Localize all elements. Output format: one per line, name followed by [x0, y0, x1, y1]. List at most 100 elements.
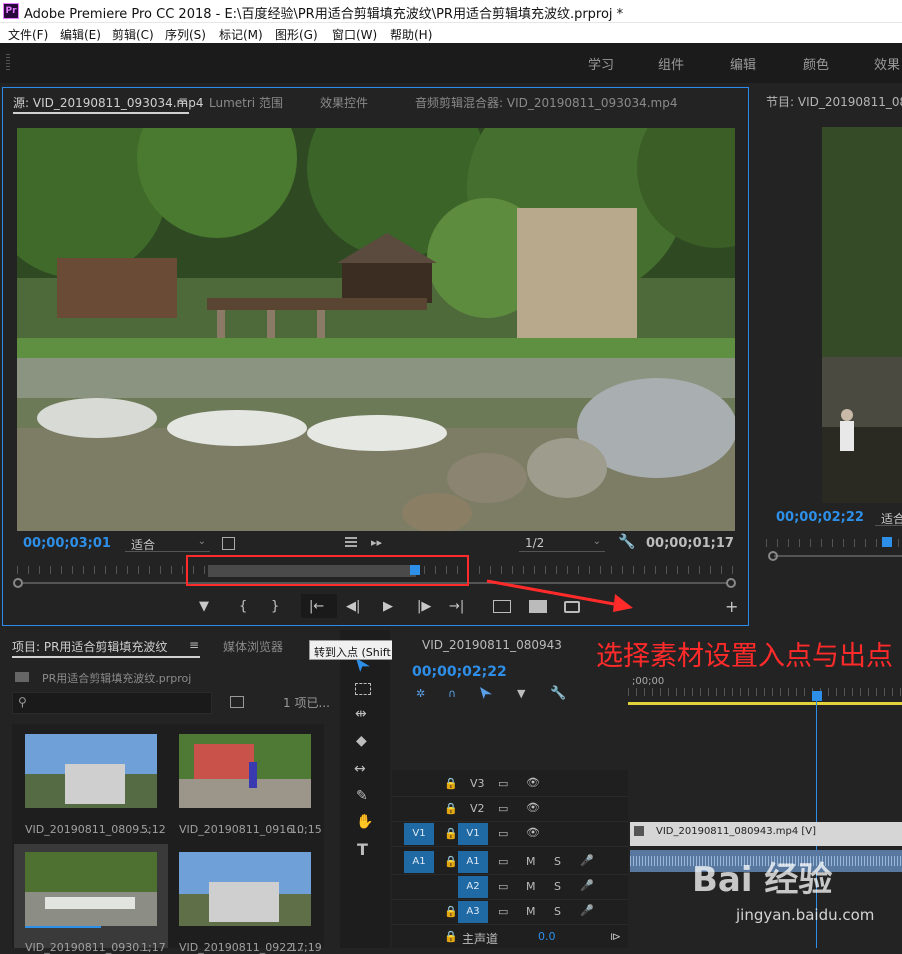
- tab-media-browser[interactable]: 媒体浏览器: [223, 638, 283, 655]
- sync-lock-icon[interactable]: ▭: [498, 855, 508, 868]
- add-button[interactable]: +: [725, 597, 738, 616]
- track-a3-label[interactable]: A3: [458, 901, 488, 923]
- add-marker-timeline-icon[interactable]: [480, 687, 492, 699]
- razor-tool-icon[interactable]: ◆: [356, 733, 367, 749]
- timeline-timecode[interactable]: 00;00;02;22: [412, 664, 507, 680]
- safe-margins-icon[interactable]: [222, 537, 235, 550]
- menu-marker[interactable]: 标记(M): [219, 26, 263, 43]
- timeline-settings-icon[interactable]: 🔧: [550, 686, 566, 701]
- step-forward-button[interactable]: |▶: [417, 599, 431, 614]
- microphone-icon[interactable]: 🎤: [580, 854, 594, 867]
- tab-sequence[interactable]: VID_20190811_080943: [422, 638, 562, 652]
- mute-button[interactable]: M: [526, 855, 536, 868]
- source-timecode[interactable]: 00;00;03;01: [23, 536, 111, 551]
- drag-video-icon[interactable]: [345, 537, 357, 549]
- solo-button[interactable]: S: [554, 855, 561, 868]
- source-patch-v1[interactable]: V1: [404, 823, 434, 845]
- mark-out-button[interactable]: }: [271, 599, 279, 614]
- timeline-playhead-head[interactable]: [812, 691, 822, 701]
- eye-icon[interactable]: 👁: [526, 801, 540, 814]
- lock-icon[interactable]: 🔒: [444, 855, 458, 868]
- program-playhead[interactable]: [882, 537, 892, 547]
- menu-edit[interactable]: 编辑(E): [60, 26, 101, 43]
- slip-tool-icon[interactable]: ↔: [354, 761, 366, 777]
- project-thumb-1[interactable]: [25, 734, 157, 808]
- hand-tool-icon[interactable]: ✋: [356, 814, 373, 830]
- resolution-dropdown[interactable]: 1/2 ⌄: [519, 534, 605, 552]
- tab-effect-controls[interactable]: 效果控件: [320, 94, 368, 111]
- program-timecode[interactable]: 00;00;02;22: [776, 510, 864, 525]
- go-to-out-button[interactable]: →|: [449, 599, 464, 614]
- drag-audio-icon[interactable]: ▸▸: [371, 536, 382, 549]
- source-video-frame[interactable]: [17, 128, 735, 531]
- microphone-icon[interactable]: 🎤: [580, 879, 594, 892]
- menu-sequence[interactable]: 序列(S): [165, 26, 206, 43]
- project-thumb-2[interactable]: [179, 734, 311, 808]
- eye-icon[interactable]: 👁: [526, 826, 540, 839]
- lock-icon[interactable]: 🔒: [444, 905, 458, 918]
- eye-icon[interactable]: 👁: [526, 776, 540, 789]
- track-select-tool-icon[interactable]: [355, 683, 371, 695]
- sync-lock-icon[interactable]: ▭: [498, 777, 508, 790]
- lock-icon[interactable]: 🔒: [444, 930, 458, 943]
- project-thumb-4[interactable]: [179, 852, 311, 926]
- overwrite-icon[interactable]: [529, 600, 547, 613]
- project-menu-icon[interactable]: ≡: [189, 638, 199, 652]
- track-v3-label[interactable]: V3: [470, 777, 485, 790]
- project-thumb-3[interactable]: [25, 852, 157, 926]
- pen-tool-icon[interactable]: ✎: [356, 788, 368, 804]
- fit-dropdown[interactable]: 适合 ⌄: [125, 534, 210, 552]
- track-a2-label[interactable]: A2: [458, 876, 488, 898]
- zoom-handle-right[interactable]: [726, 578, 736, 588]
- ripple-edit-tool-icon[interactable]: ⇹: [355, 706, 367, 722]
- track-a1-label[interactable]: A1: [458, 851, 488, 873]
- panel-grip[interactable]: [6, 54, 10, 70]
- master-volume[interactable]: 0.0: [538, 930, 556, 943]
- mute-button[interactable]: M: [526, 905, 536, 918]
- tab-program[interactable]: 节目: VID_20190811_080943: [766, 93, 902, 110]
- mute-button[interactable]: M: [526, 880, 536, 893]
- workspace-effects[interactable]: 效果: [874, 54, 900, 73]
- program-fit-dropdown[interactable]: 适合: [875, 508, 902, 526]
- menu-file[interactable]: 文件(F): [8, 26, 48, 43]
- source-patch-a1[interactable]: A1: [404, 851, 434, 873]
- microphone-icon[interactable]: 🎤: [580, 904, 594, 917]
- add-marker-button[interactable]: ▼: [199, 599, 209, 614]
- linked-selection-icon[interactable]: ∩: [448, 687, 456, 700]
- step-back-button[interactable]: ◀|: [346, 599, 360, 614]
- video-clip[interactable]: VID_20190811_080943.mp4 [V]: [630, 822, 902, 846]
- sync-lock-icon[interactable]: ▭: [498, 827, 508, 840]
- lock-icon[interactable]: 🔒: [444, 827, 458, 840]
- sync-lock-icon[interactable]: ▭: [498, 802, 508, 815]
- menu-graphics[interactable]: 图形(G): [275, 26, 318, 43]
- sync-lock-icon[interactable]: ▭: [498, 880, 508, 893]
- work-area-bar[interactable]: [628, 702, 902, 705]
- play-button[interactable]: ▶: [383, 599, 393, 614]
- workspace-editing[interactable]: 编辑: [730, 54, 756, 73]
- selection-tool-icon[interactable]: [356, 658, 370, 672]
- go-to-in-button[interactable]: |←: [309, 599, 324, 614]
- workspace-learn[interactable]: 学习: [588, 54, 614, 73]
- project-search-input[interactable]: ⚲: [12, 692, 212, 714]
- tab-audio-clip-mixer[interactable]: 音频剪辑混合器: VID_20190811_093034.mp4: [415, 94, 678, 111]
- workspace-color[interactable]: 颜色: [803, 54, 829, 73]
- snap-icon[interactable]: ✲: [416, 687, 425, 700]
- sync-lock-icon[interactable]: ▭: [498, 905, 508, 918]
- workspace-assembly[interactable]: 组件: [658, 54, 684, 73]
- tab-source[interactable]: 源: VID_20190811_093034.mp4: [13, 94, 204, 111]
- insert-icon[interactable]: [493, 600, 511, 613]
- mark-in-button[interactable]: {: [239, 599, 247, 614]
- wrench-settings-icon[interactable]: 🔧: [618, 534, 635, 550]
- tab-project[interactable]: 项目: PR用适合剪辑填充波纹: [12, 638, 167, 655]
- camera-export-frame-icon[interactable]: [564, 601, 580, 613]
- tab-lumetri-scopes[interactable]: Lumetri 范围: [209, 94, 283, 111]
- go-to-end-icon[interactable]: ⧐: [610, 930, 621, 943]
- menu-window[interactable]: 窗口(W): [332, 26, 377, 43]
- menu-clip[interactable]: 剪辑(C): [112, 26, 154, 43]
- solo-button[interactable]: S: [554, 880, 561, 893]
- program-video-frame[interactable]: [822, 127, 902, 503]
- program-zoom-scrollbar[interactable]: [774, 555, 902, 557]
- menu-help[interactable]: 帮助(H): [390, 26, 432, 43]
- track-v2-label[interactable]: V2: [470, 802, 485, 815]
- program-zoom-handle[interactable]: [768, 551, 778, 561]
